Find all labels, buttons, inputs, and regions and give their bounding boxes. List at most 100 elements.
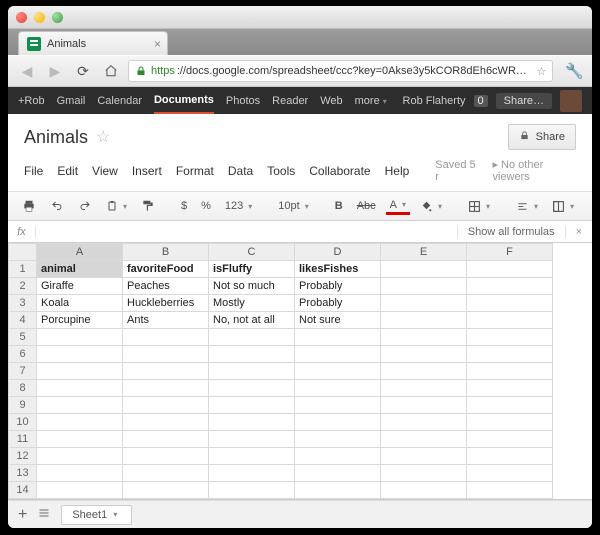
column-header[interactable]: B: [123, 244, 209, 261]
gbar-item-reader[interactable]: Reader: [272, 95, 308, 107]
cell[interactable]: [467, 329, 553, 346]
back-button[interactable]: ◀: [16, 61, 38, 81]
cell[interactable]: [295, 499, 381, 500]
cell[interactable]: animal: [37, 261, 123, 278]
reload-button[interactable]: ⟳: [72, 61, 94, 81]
cell[interactable]: [37, 363, 123, 380]
cell[interactable]: Giraffe: [37, 278, 123, 295]
paint-format-icon[interactable]: [137, 197, 159, 215]
cell[interactable]: Huckleberries: [123, 295, 209, 312]
cell[interactable]: [209, 397, 295, 414]
all-sheets-icon[interactable]: [37, 507, 51, 522]
format-currency-button[interactable]: $: [177, 198, 191, 214]
row-header[interactable]: 2: [9, 278, 37, 295]
cell[interactable]: [123, 363, 209, 380]
menu-data[interactable]: Data: [228, 164, 253, 178]
row-header[interactable]: 10: [9, 414, 37, 431]
cell[interactable]: [381, 431, 467, 448]
cell[interactable]: [209, 465, 295, 482]
formula-input[interactable]: [36, 221, 457, 242]
column-header[interactable]: E: [381, 244, 467, 261]
cell[interactable]: [209, 448, 295, 465]
share-button[interactable]: Share: [508, 124, 576, 150]
cell[interactable]: [381, 312, 467, 329]
cell[interactable]: [467, 482, 553, 499]
column-header[interactable]: F: [467, 244, 553, 261]
cell[interactable]: [209, 329, 295, 346]
minimize-window-button[interactable]: [34, 12, 45, 23]
cell[interactable]: [381, 380, 467, 397]
menu-edit[interactable]: Edit: [57, 164, 78, 178]
wrap-icon[interactable]: [548, 198, 578, 215]
gbar-item-gmail[interactable]: Gmail: [57, 95, 86, 107]
cell[interactable]: [467, 499, 553, 500]
cell[interactable]: [295, 346, 381, 363]
cell[interactable]: [37, 380, 123, 397]
cell[interactable]: [123, 329, 209, 346]
cell[interactable]: [467, 278, 553, 295]
cell[interactable]: [37, 448, 123, 465]
cell[interactable]: [467, 414, 553, 431]
cell[interactable]: [467, 431, 553, 448]
cell[interactable]: [381, 295, 467, 312]
cell[interactable]: [295, 482, 381, 499]
cell[interactable]: [37, 346, 123, 363]
cell[interactable]: [381, 346, 467, 363]
row-header[interactable]: 12: [9, 448, 37, 465]
wrench-menu-icon[interactable]: 🔧: [565, 62, 584, 80]
cell[interactable]: [467, 346, 553, 363]
cell[interactable]: [467, 465, 553, 482]
close-window-button[interactable]: [16, 12, 27, 23]
cell[interactable]: Probably: [295, 278, 381, 295]
menu-tools[interactable]: Tools: [267, 164, 295, 178]
cell[interactable]: Probably: [295, 295, 381, 312]
cell[interactable]: favoriteFood: [123, 261, 209, 278]
cell[interactable]: [381, 482, 467, 499]
redo-icon[interactable]: [74, 198, 96, 214]
cell[interactable]: [467, 295, 553, 312]
cell[interactable]: [123, 448, 209, 465]
fill-color-icon[interactable]: [416, 198, 446, 215]
format-number-button[interactable]: 123: [221, 198, 256, 214]
cell[interactable]: [209, 346, 295, 363]
bookmark-star-icon[interactable]: ☆: [536, 65, 546, 78]
text-color-button[interactable]: A: [386, 198, 410, 215]
cell[interactable]: [467, 380, 553, 397]
cell[interactable]: [381, 363, 467, 380]
cell[interactable]: Ants: [123, 312, 209, 329]
cell[interactable]: [467, 363, 553, 380]
close-formulas-icon[interactable]: ×: [565, 226, 592, 238]
add-sheet-button[interactable]: +: [18, 506, 27, 524]
row-header[interactable]: 1: [9, 261, 37, 278]
cell[interactable]: [209, 431, 295, 448]
gbar-item-plus[interactable]: +Rob: [18, 95, 45, 107]
row-header[interactable]: 9: [9, 397, 37, 414]
cell[interactable]: [123, 397, 209, 414]
font-size-select[interactable]: 10pt: [274, 198, 312, 214]
doc-title[interactable]: Animals: [24, 127, 88, 148]
cell[interactable]: [381, 414, 467, 431]
sheet-tab-menu-icon[interactable]: ▾: [113, 510, 117, 519]
row-header[interactable]: 8: [9, 380, 37, 397]
cell[interactable]: [123, 346, 209, 363]
spreadsheet-grid[interactable]: ABCDEF1animalfavoriteFoodisFluffylikesFi…: [8, 243, 553, 499]
close-tab-icon[interactable]: ×: [154, 37, 161, 51]
cell[interactable]: [381, 499, 467, 500]
menu-view[interactable]: View: [92, 164, 118, 178]
row-header[interactable]: 13: [9, 465, 37, 482]
row-header[interactable]: 14: [9, 482, 37, 499]
gbar-item-photos[interactable]: Photos: [226, 95, 260, 107]
cell[interactable]: [467, 448, 553, 465]
menu-collaborate[interactable]: Collaborate: [309, 164, 370, 178]
cell[interactable]: [381, 448, 467, 465]
gbar-item-calendar[interactable]: Calendar: [97, 95, 142, 107]
cell[interactable]: Porcupine: [37, 312, 123, 329]
cell[interactable]: [381, 329, 467, 346]
browser-tab[interactable]: Animals ×: [18, 31, 168, 55]
menu-format[interactable]: Format: [176, 164, 214, 178]
row-header[interactable]: 6: [9, 346, 37, 363]
print-icon[interactable]: [18, 197, 40, 215]
column-header[interactable]: D: [295, 244, 381, 261]
row-header[interactable]: 15: [9, 499, 37, 500]
cell[interactable]: Not sure: [295, 312, 381, 329]
